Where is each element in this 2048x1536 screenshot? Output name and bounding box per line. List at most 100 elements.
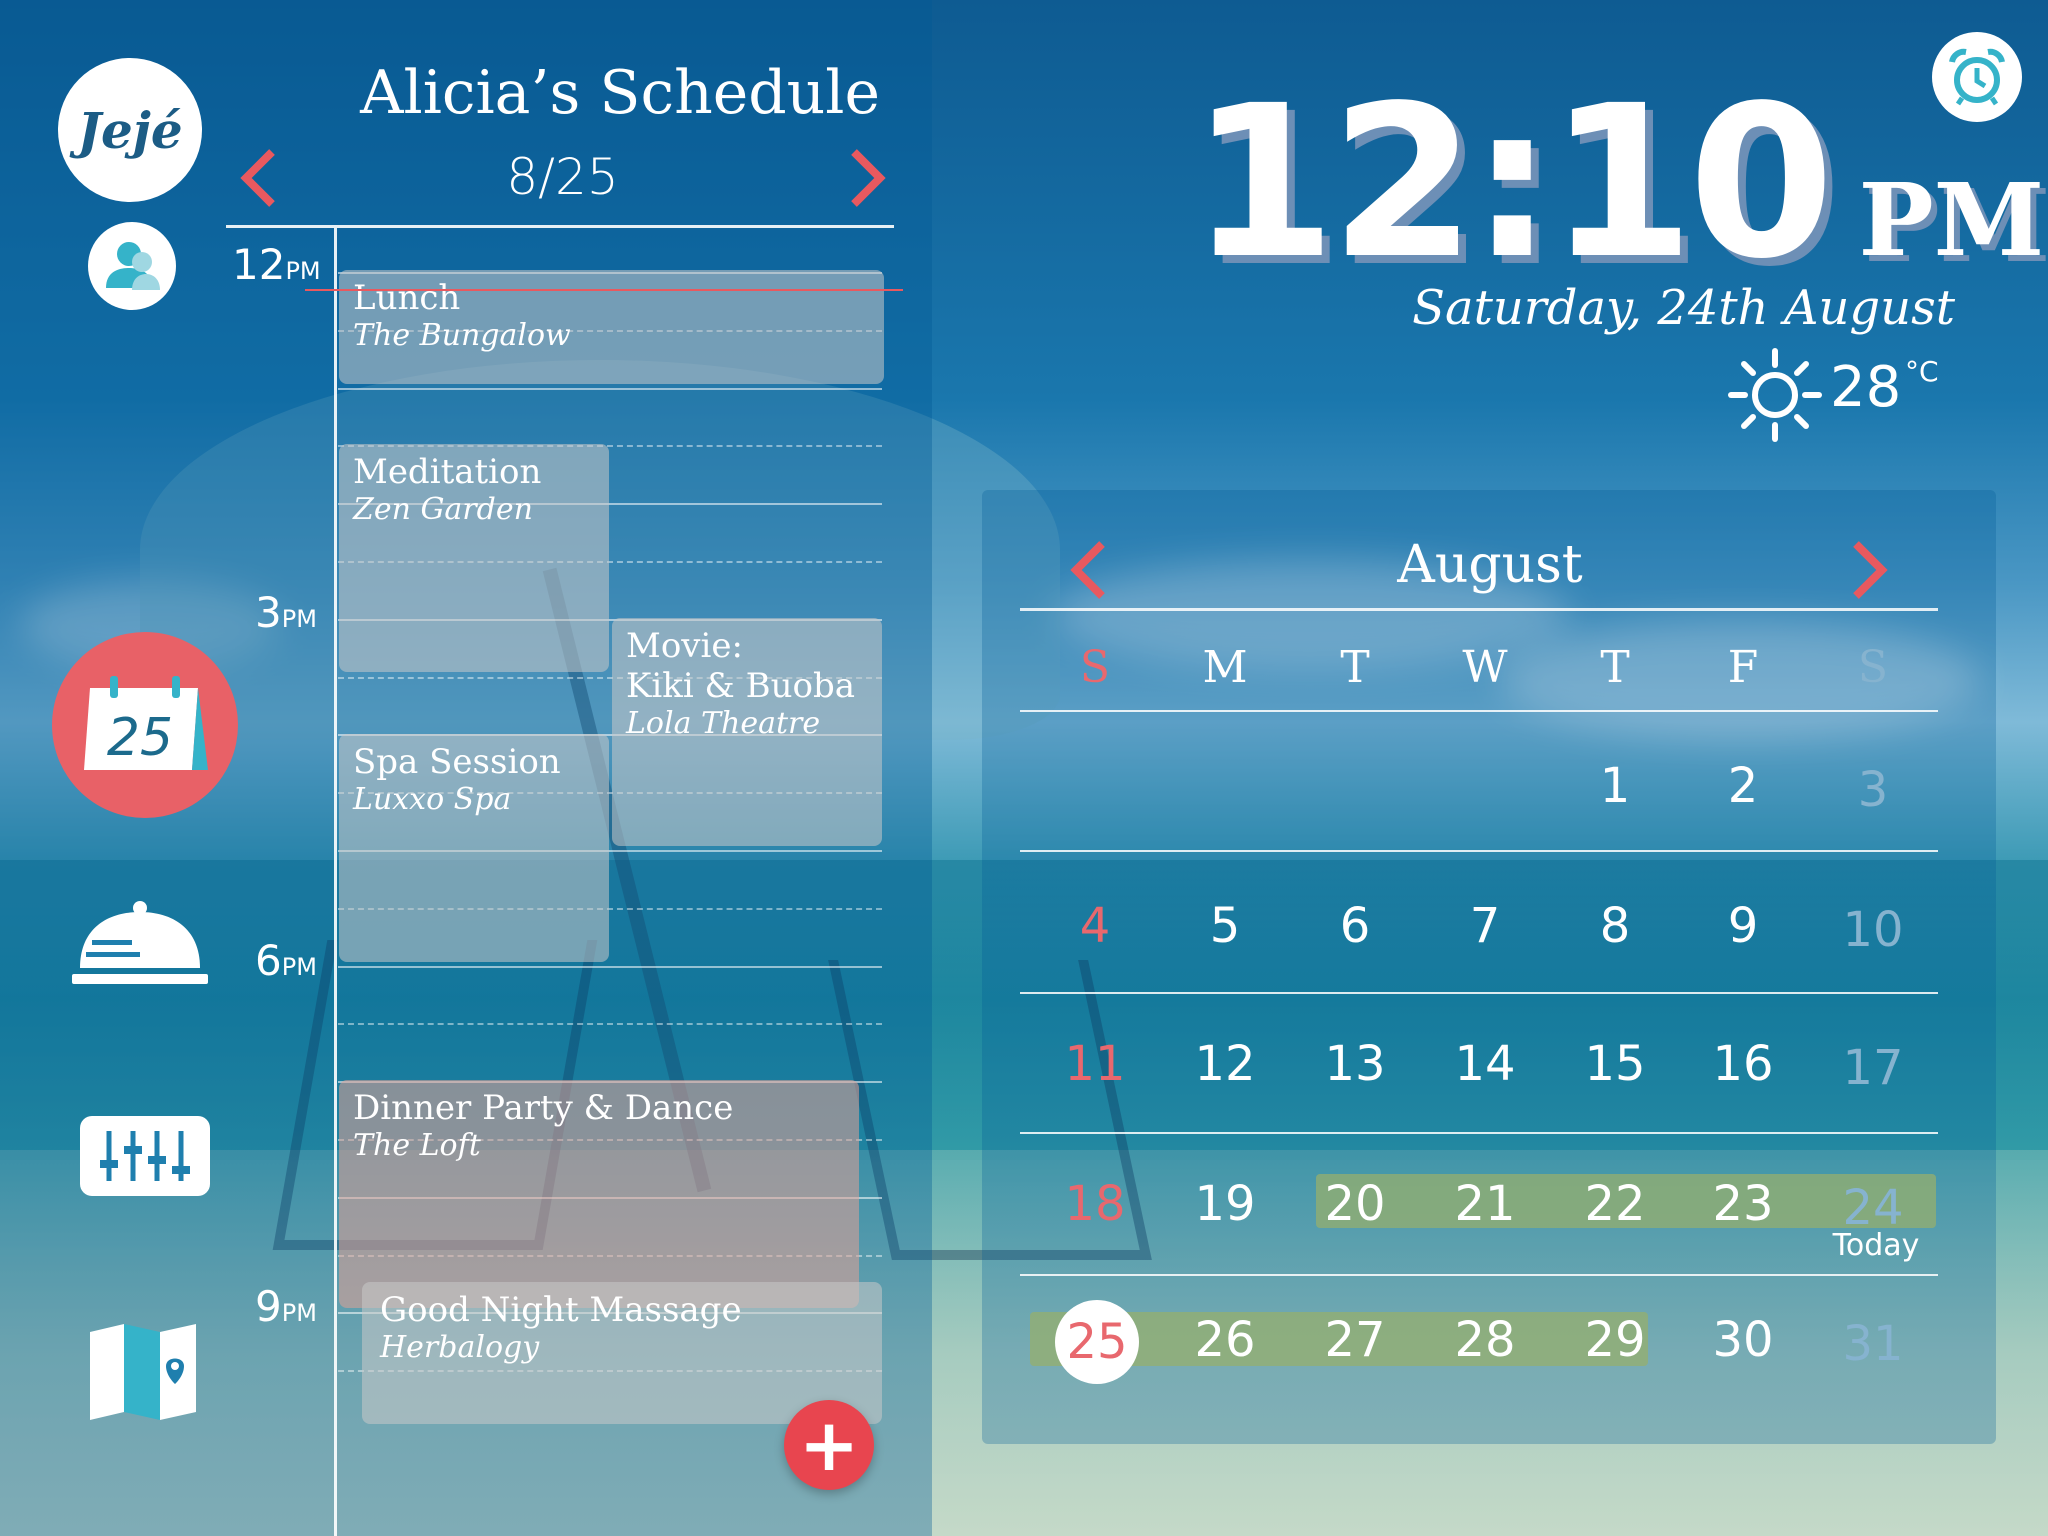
calendar-nav-button[interactable]: 25	[52, 632, 238, 818]
weekday-header-thu: T	[1600, 642, 1630, 693]
calendar-week-rule	[1020, 992, 1938, 994]
weather-widget: 28 °C	[1700, 345, 1940, 445]
calendar-day-13[interactable]: 13	[1295, 1036, 1415, 1092]
hour-label-6pm: 6PM	[255, 936, 317, 985]
event-spa-session[interactable]: Spa Session Luxxo Spa	[339, 734, 609, 962]
calendar-day-3[interactable]: 3	[1813, 762, 1933, 818]
event-location: The Bungalow	[353, 318, 571, 353]
event-title: Lunch	[353, 278, 461, 318]
event-location: Zen Garden	[353, 492, 533, 527]
calendar-day-17[interactable]: 17	[1813, 1040, 1933, 1096]
event-lunch[interactable]: Lunch The Bungalow	[339, 270, 884, 384]
calendar-next-month-button[interactable]	[1840, 530, 1900, 610]
calendar-day-18[interactable]: 18	[1035, 1176, 1155, 1232]
weekday-header-wed: W	[1462, 642, 1508, 693]
timeline-slot-line	[338, 388, 882, 390]
calendar-prev-month-button[interactable]	[1058, 530, 1118, 610]
event-location: The Loft	[353, 1128, 481, 1163]
calendar-day-31[interactable]: 31	[1813, 1316, 1933, 1372]
calendar-day-22[interactable]: 22	[1555, 1176, 1675, 1232]
timeline-slot-line	[338, 966, 882, 968]
sidebar-nav: Jejé 25	[0, 0, 238, 1536]
hour-label-9pm: 9PM	[255, 1282, 317, 1331]
schedule-prev-day-button[interactable]	[228, 138, 288, 218]
settings-button[interactable]	[80, 1116, 210, 1196]
chevron-left-icon	[240, 149, 275, 207]
calendar-day-10[interactable]: 10	[1813, 902, 1933, 958]
calendar-day-11[interactable]: 11	[1035, 1036, 1155, 1092]
temperature-value: 28	[1830, 355, 1902, 420]
calendar-icon: 25	[84, 676, 208, 770]
profile-button[interactable]	[88, 222, 176, 310]
map-button[interactable]	[88, 1322, 198, 1422]
clock-ampm: PM	[1858, 161, 2045, 279]
clock-time: 12:10	[1190, 60, 1834, 305]
map-icon	[90, 1324, 196, 1420]
calendar-day-4[interactable]: 4	[1035, 898, 1155, 954]
event-location: Herbalogy	[380, 1330, 540, 1365]
calendar-day-1[interactable]: 1	[1555, 758, 1675, 814]
calendar-day-19[interactable]: 19	[1165, 1176, 1285, 1232]
event-title: Dinner Party & Dance	[353, 1088, 734, 1128]
event-title: Meditation	[353, 452, 542, 492]
schedule-panel: Jejé 25 Alicia’s Schedule 8/25 12PM 3PM …	[0, 0, 932, 1536]
weekday-header-tue: T	[1340, 642, 1370, 693]
weekday-header-fri: F	[1727, 642, 1759, 693]
schedule-title: Alicia’s Schedule	[360, 58, 880, 128]
event-location: Lola Theatre	[626, 706, 821, 741]
current-date: Saturday, 24th August	[1412, 280, 1955, 336]
sun-icon	[1728, 348, 1822, 442]
calendar-weekday-rule	[1020, 710, 1938, 712]
timeline-slot-line	[338, 1023, 882, 1025]
weekday-header-mon: M	[1202, 642, 1248, 693]
calendar-day-9[interactable]: 9	[1683, 898, 1803, 954]
event-movie[interactable]: Movie: Kiki & Buoba Lola Theatre	[612, 618, 882, 846]
schedule-header-divider	[226, 225, 894, 228]
hour-label-12pm: 12PM	[232, 240, 321, 289]
calendar-day-6[interactable]: 6	[1295, 898, 1415, 954]
calendar-day-5[interactable]: 5	[1165, 898, 1285, 954]
calendar-week-rule	[1020, 1132, 1938, 1134]
month-calendar-panel	[982, 490, 1996, 1444]
calendar-day-27[interactable]: 27	[1295, 1312, 1415, 1368]
logo: Jejé	[58, 58, 202, 202]
dining-button[interactable]	[72, 888, 208, 998]
calendar-day-23[interactable]: 23	[1683, 1176, 1803, 1232]
schedule-date: 8/25	[506, 148, 619, 206]
clock: 12:10 PM	[1190, 60, 2044, 305]
event-title: Movie: Kiki & Buoba	[626, 626, 856, 706]
sliders-icon	[100, 1131, 190, 1181]
calendar-day-15[interactable]: 15	[1555, 1036, 1675, 1092]
timeline-axis	[334, 228, 337, 1536]
schedule-next-day-button[interactable]	[838, 138, 898, 218]
weekday-header-sun: S	[1079, 642, 1111, 693]
calendar-month-title: August	[1397, 535, 1583, 595]
calendar-day-28[interactable]: 28	[1425, 1312, 1545, 1368]
event-title: Good Night Massage	[380, 1290, 742, 1330]
calendar-day-26[interactable]: 26	[1165, 1312, 1285, 1368]
chevron-left-icon	[1070, 541, 1105, 599]
weekday-header-sat: S	[1857, 642, 1889, 693]
chevron-right-icon	[1853, 541, 1888, 599]
calendar-day-29[interactable]: 29	[1555, 1312, 1675, 1368]
event-location: Luxxo Spa	[353, 782, 512, 817]
calendar-day-12[interactable]: 12	[1165, 1036, 1285, 1092]
calendar-week-rule	[1020, 850, 1938, 852]
calendar-day-14[interactable]: 14	[1425, 1036, 1545, 1092]
cloche-icon	[72, 901, 208, 984]
current-time-indicator	[305, 289, 903, 291]
calendar-day-20[interactable]: 20	[1295, 1176, 1415, 1232]
selected-day[interactable]: 25	[1055, 1300, 1139, 1384]
today-label: Today	[1832, 1228, 1920, 1263]
hour-label-3pm: 3PM	[255, 588, 317, 637]
calendar-day-7[interactable]: 7	[1425, 898, 1545, 954]
calendar-day-21[interactable]: 21	[1425, 1176, 1545, 1232]
event-dinner-party[interactable]: Dinner Party & Dance The Loft	[339, 1080, 859, 1308]
calendar-day-16[interactable]: 16	[1683, 1036, 1803, 1092]
add-event-button[interactable]: +	[784, 1400, 874, 1490]
calendar-day-30[interactable]: 30	[1683, 1312, 1803, 1368]
calendar-day-8[interactable]: 8	[1555, 898, 1675, 954]
calendar-day-2[interactable]: 2	[1683, 758, 1803, 814]
calendar-icon-day: 25	[107, 708, 173, 768]
event-meditation[interactable]: Meditation Zen Garden	[339, 444, 609, 672]
